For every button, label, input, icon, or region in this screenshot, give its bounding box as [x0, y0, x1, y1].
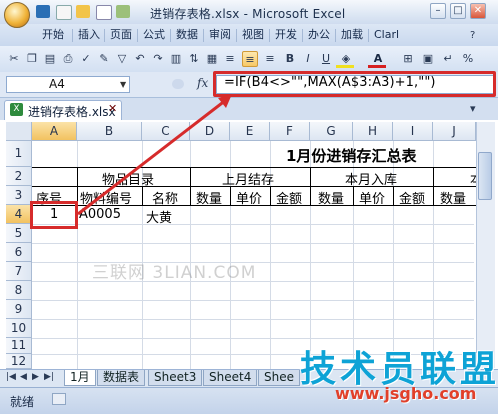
next-sheet-icon[interactable]: ▶ — [32, 372, 39, 382]
sheet-tab-jan[interactable]: 1月 — [64, 370, 96, 386]
sheet-tab-sheet4[interactable]: Sheet4 — [203, 370, 258, 386]
sheet-tab-sheet3[interactable]: Sheet3 — [148, 370, 203, 386]
site-url: www.jsgho.com — [335, 384, 477, 403]
first-sheet-icon[interactable]: |◀ — [6, 372, 16, 382]
last-sheet-icon[interactable]: ▶| — [44, 372, 54, 382]
arrow-line — [77, 98, 227, 216]
prev-sheet-icon[interactable]: ◀ — [20, 372, 27, 382]
office-button[interactable] — [4, 2, 30, 28]
sheet-tab-partial[interactable]: Shee — [258, 370, 300, 386]
watermark: 三联网 3LIAN.COM — [92, 263, 257, 283]
sheet-tab-data[interactable]: 数据表 — [97, 370, 146, 386]
status-text: 就绪 — [10, 395, 35, 409]
macro-record-icon[interactable] — [52, 393, 66, 405]
